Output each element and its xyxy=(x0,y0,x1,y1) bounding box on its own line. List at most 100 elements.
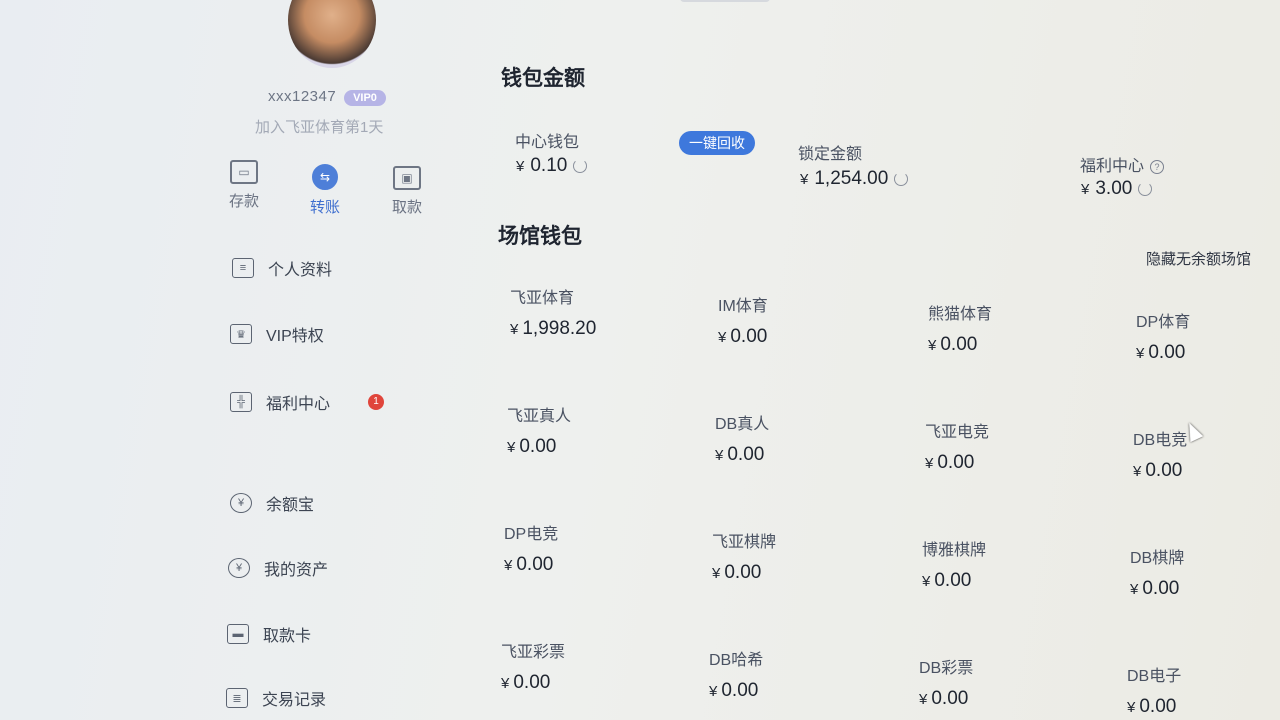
venue-balance-row: ¥0.00 xyxy=(1136,342,1280,364)
venue-balance-row: ¥0.00 xyxy=(507,436,687,458)
venue-wallet-item[interactable]: DB哈希 ¥0.00 xyxy=(709,646,889,702)
welfare-center-label-row: 福利中心? xyxy=(1080,152,1165,176)
venue-name: DB真人 xyxy=(715,416,770,433)
venue-balance: 0.00 xyxy=(721,680,759,701)
welfare-center-value: 3.00 xyxy=(1095,178,1133,199)
venue-wallet-item[interactable]: 飞亚体育 ¥1,998.20 xyxy=(510,284,690,340)
venue-name: 飞亚棋牌 xyxy=(712,534,777,551)
id-card-icon: ≡ xyxy=(232,258,254,278)
venue-wallet-item[interactable]: DB电子 ¥0.00 xyxy=(1127,662,1280,718)
card-icon: ▬ xyxy=(227,624,249,644)
sidebar-item-vip[interactable]: ♛ VIP特权 xyxy=(230,322,324,346)
currency-symbol: ¥ xyxy=(922,573,931,590)
help-icon[interactable]: ? xyxy=(1150,159,1165,174)
venue-balance-row: ¥0.00 xyxy=(919,688,1099,710)
venue-wallet-item[interactable]: DP电竞 ¥0.00 xyxy=(504,520,684,576)
venue-wallet-item[interactable]: DB电竞 ¥0.00 xyxy=(1133,426,1280,482)
center-wallet-value: 0.10 xyxy=(530,155,568,176)
venue-wallet-item[interactable]: DB彩票 ¥0.00 xyxy=(919,654,1099,710)
hide-empty-venues-link[interactable]: 隐藏无余额场馆 xyxy=(1146,248,1251,269)
venue-balance-row: ¥0.00 xyxy=(712,562,892,584)
currency-symbol: ¥ xyxy=(504,557,513,574)
sidebar-item-label: 余额宝 xyxy=(266,497,315,514)
withdraw-icon: ▣ xyxy=(393,166,421,190)
venue-name: DB彩票 xyxy=(919,660,974,677)
venue-balance: 0.00 xyxy=(1145,460,1183,481)
venue-balance: 0.00 xyxy=(937,452,975,473)
currency-symbol: ¥ xyxy=(507,439,516,456)
venue-balance: 0.00 xyxy=(1142,578,1180,599)
currency-symbol: ¥ xyxy=(1130,581,1139,598)
venue-balance: 0.00 xyxy=(519,436,557,457)
center-wallet-value-row: ¥ 0.10 xyxy=(516,155,588,177)
venue-wallet-item[interactable]: DB棋牌 ¥0.00 xyxy=(1130,544,1280,600)
sidebar-item-records[interactable]: ≣ 交易记录 xyxy=(226,686,326,710)
venue-name: DB哈希 xyxy=(709,652,764,669)
venue-wallet-item[interactable]: 飞亚电竞 ¥0.00 xyxy=(925,418,1105,474)
coin-bag-icon: ¥ xyxy=(230,493,252,513)
transfer-button[interactable]: ⇆ 转账 xyxy=(290,164,360,217)
venue-wallet-item[interactable]: 飞亚真人 ¥0.00 xyxy=(507,402,687,458)
currency-symbol: ¥ xyxy=(919,691,928,708)
venue-balance: 0.00 xyxy=(1139,696,1177,717)
sidebar-item-label: 个人资料 xyxy=(268,262,333,279)
venue-name: 博雅棋牌 xyxy=(922,542,987,559)
transfer-label: 转账 xyxy=(309,199,340,216)
venue-wallet-item[interactable]: 熊猫体育 ¥0.00 xyxy=(928,300,1108,356)
venue-wallet-item[interactable]: DB真人 ¥0.00 xyxy=(715,410,895,466)
venue-name: DB电竞 xyxy=(1133,432,1188,449)
venue-balance-row: ¥0.00 xyxy=(718,326,898,348)
venue-balance: 0.00 xyxy=(1148,342,1186,363)
venue-balance: 0.00 xyxy=(724,562,762,583)
currency-symbol: ¥ xyxy=(510,321,519,338)
withdraw-button[interactable]: ▣ 取款 xyxy=(372,166,442,217)
venue-balance: 0.00 xyxy=(730,326,768,347)
welfare-center-value-row: ¥ 3.00 xyxy=(1081,178,1153,200)
venue-wallet-item[interactable]: 飞亚彩票 ¥0.00 xyxy=(501,638,681,694)
sidebar-item-label: VIP特权 xyxy=(266,328,324,345)
venue-wallet-item[interactable]: DP体育 ¥0.00 xyxy=(1136,308,1280,364)
vip-badge: VIP0 xyxy=(344,90,386,106)
records-icon: ≣ xyxy=(226,688,248,708)
currency-symbol: ¥ xyxy=(1081,180,1090,198)
currency-symbol: ¥ xyxy=(928,337,937,354)
sidebar-item-yuebao[interactable]: ¥ 余额宝 xyxy=(230,491,314,515)
avatar[interactable] xyxy=(288,0,376,68)
join-days-text: 加入飞亚体育第1天 xyxy=(255,119,384,136)
currency-symbol: ¥ xyxy=(1127,699,1136,716)
venue-balance-row: ¥0.00 xyxy=(925,452,1105,474)
venue-balance-row: ¥0.00 xyxy=(709,680,889,702)
venue-wallet-title: 场馆钱包 xyxy=(498,225,582,248)
header-fragment xyxy=(680,0,770,2)
refresh-icon[interactable] xyxy=(573,159,588,173)
venue-balance-row: ¥0.00 xyxy=(928,334,1108,356)
currency-symbol: ¥ xyxy=(712,565,721,582)
venue-balance-row: ¥0.00 xyxy=(1130,578,1280,600)
venue-wallet-item[interactable]: 飞亚棋牌 ¥0.00 xyxy=(712,528,892,584)
refresh-icon[interactable] xyxy=(894,172,909,186)
venue-name: DB电子 xyxy=(1127,668,1182,685)
sidebar-item-profile[interactable]: ≡ 个人资料 xyxy=(232,256,332,280)
currency-symbol: ¥ xyxy=(718,329,727,346)
sidebar-item-assets[interactable]: ¥ 我的资产 xyxy=(228,556,328,580)
locked-amount-label: 锁定金额 xyxy=(798,146,863,163)
one-click-recycle-button[interactable]: 一键回收 xyxy=(679,131,755,155)
currency-symbol: ¥ xyxy=(1136,345,1145,362)
deposit-button[interactable]: ▭ 存款 xyxy=(209,160,279,211)
refresh-icon[interactable] xyxy=(1138,182,1153,196)
sidebar-item-label: 我的资产 xyxy=(264,562,329,579)
venue-name: 飞亚电竞 xyxy=(925,424,990,441)
currency-symbol: ¥ xyxy=(1133,463,1142,480)
crown-icon: ♛ xyxy=(230,324,252,344)
locked-amount-value: 1,254.00 xyxy=(814,168,889,189)
sidebar-item-welfare[interactable]: ╬ 福利中心 1 xyxy=(230,390,385,414)
sidebar-item-card[interactable]: ▬ 取款卡 xyxy=(227,622,311,646)
venue-name: 飞亚体育 xyxy=(510,290,575,307)
venue-wallet-item[interactable]: IM体育 ¥0.00 xyxy=(718,292,898,348)
wallet-icon: ▭ xyxy=(230,160,258,184)
assets-icon: ¥ xyxy=(228,558,250,578)
venue-balance: 0.00 xyxy=(940,334,978,355)
venue-balance-row: ¥1,998.20 xyxy=(510,318,690,340)
venue-wallet-item[interactable]: 博雅棋牌 ¥0.00 xyxy=(922,536,1102,592)
transfer-icon: ⇆ xyxy=(312,164,338,190)
